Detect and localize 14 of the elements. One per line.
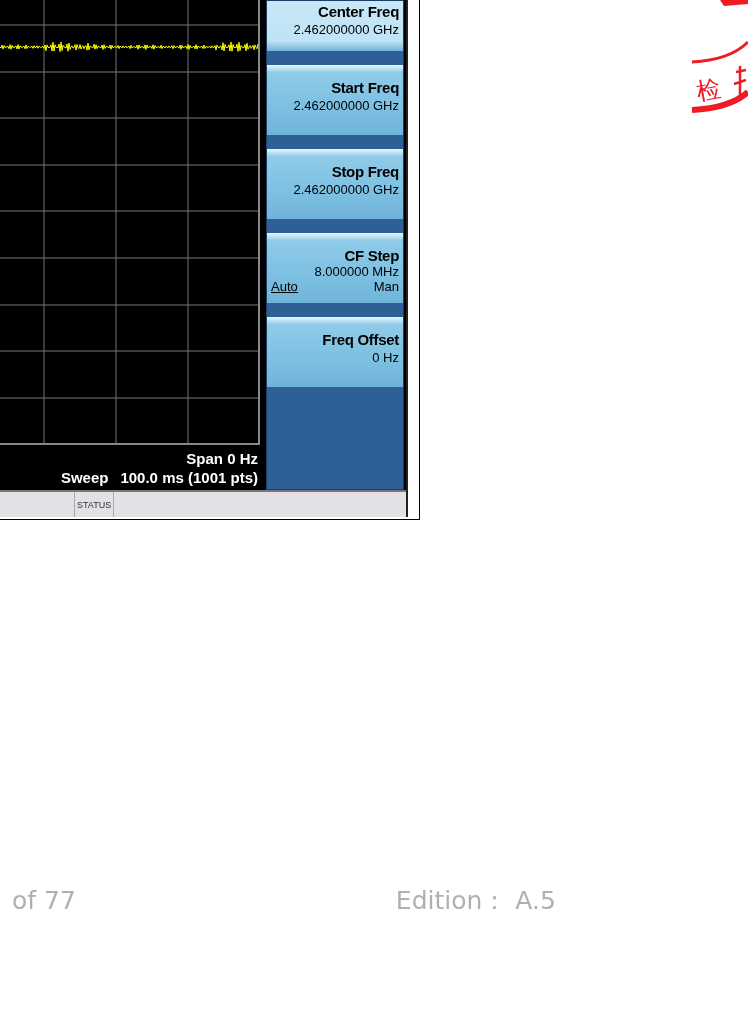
softkey[interactable]: CF Step 8.000000 MHz Auto Man xyxy=(267,233,403,303)
softkey[interactable]: Center Freq 2.462000000 GHz xyxy=(267,1,403,51)
softkey-option[interactable]: Auto xyxy=(271,279,298,294)
status-field: STATUS xyxy=(74,492,115,517)
softkey[interactable]: Start Freq 2.462000000 GHz xyxy=(267,65,403,135)
edition-label: Edition： A.5 xyxy=(395,884,556,917)
page-number: of 77 xyxy=(12,885,76,915)
softkey[interactable]: Freq Offset 0 Hz xyxy=(267,317,403,387)
sweep-label: Sweep xyxy=(60,468,109,487)
seal-stamp: 检 xyxy=(691,0,748,113)
sweep-readout: 100.0 ms (1001 pts) xyxy=(120,468,258,487)
span-readout: Span 0 Hz xyxy=(186,449,258,468)
softkey[interactable]: Stop Freq 2.462000000 GHz xyxy=(267,149,403,219)
softkey-option[interactable]: Man xyxy=(373,279,399,294)
